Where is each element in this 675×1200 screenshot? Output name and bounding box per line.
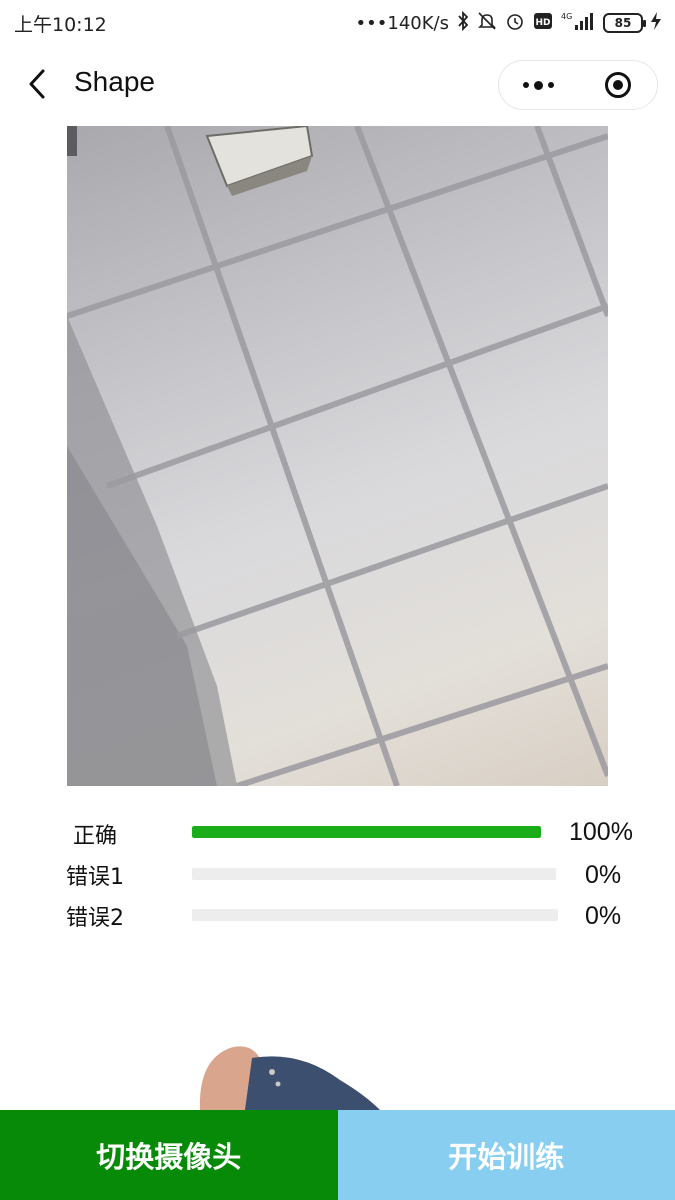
bluetooth-icon <box>457 10 469 36</box>
network-speed: •••140K/s <box>355 12 449 34</box>
mute-icon <box>477 11 497 36</box>
hand-image <box>190 1040 390 1110</box>
close-button[interactable] <box>578 61 657 109</box>
start-training-button[interactable]: 开始训练 <box>337 1110 675 1200</box>
alarm-icon <box>505 11 525 36</box>
prediction-row-correct: 正确 100% <box>0 812 675 852</box>
charging-icon <box>651 11 661 35</box>
camera-preview <box>67 126 608 786</box>
switch-camera-button[interactable]: 切换摄像头 <box>0 1110 338 1200</box>
status-bar: 上午10:12 •••140K/s HD 4G 85 <box>0 0 675 46</box>
bottom-action-bar: 切换摄像头 开始训练 <box>0 1110 675 1200</box>
hd-icon: HD <box>533 12 553 35</box>
prediction-label: 正确 <box>73 824 118 849</box>
prediction-label: 错误2 <box>66 906 124 931</box>
prediction-value: 100% <box>569 818 633 846</box>
prediction-label: 错误1 <box>66 865 124 890</box>
prediction-row-error-2: 错误2 0% <box>0 894 675 934</box>
back-button[interactable] <box>22 68 52 104</box>
menu-capsule <box>498 60 658 110</box>
more-button[interactable] <box>499 61 578 109</box>
prediction-value: 0% <box>585 861 622 889</box>
prediction-row-error-1: 错误1 0% <box>0 853 675 893</box>
battery-indicator: 85 <box>603 13 646 33</box>
status-time: 上午10:12 <box>14 13 107 36</box>
prediction-bar-fill <box>192 826 541 838</box>
signal-icon: 4G <box>561 11 595 36</box>
ceiling-image <box>67 126 608 786</box>
prediction-bar <box>192 826 541 838</box>
page-title: Shape <box>74 66 155 97</box>
more-dots-icon <box>523 80 554 90</box>
svg-text:HD: HD <box>535 18 550 28</box>
network-type: 4G <box>561 12 572 21</box>
target-icon <box>604 72 631 98</box>
chevron-left-icon <box>27 68 47 104</box>
prediction-bar <box>192 909 558 921</box>
prediction-bar <box>192 868 556 880</box>
prediction-value: 0% <box>585 902 622 930</box>
status-icons: •••140K/s HD 4G 85 <box>355 10 661 36</box>
nav-bar: Shape <box>0 46 675 126</box>
